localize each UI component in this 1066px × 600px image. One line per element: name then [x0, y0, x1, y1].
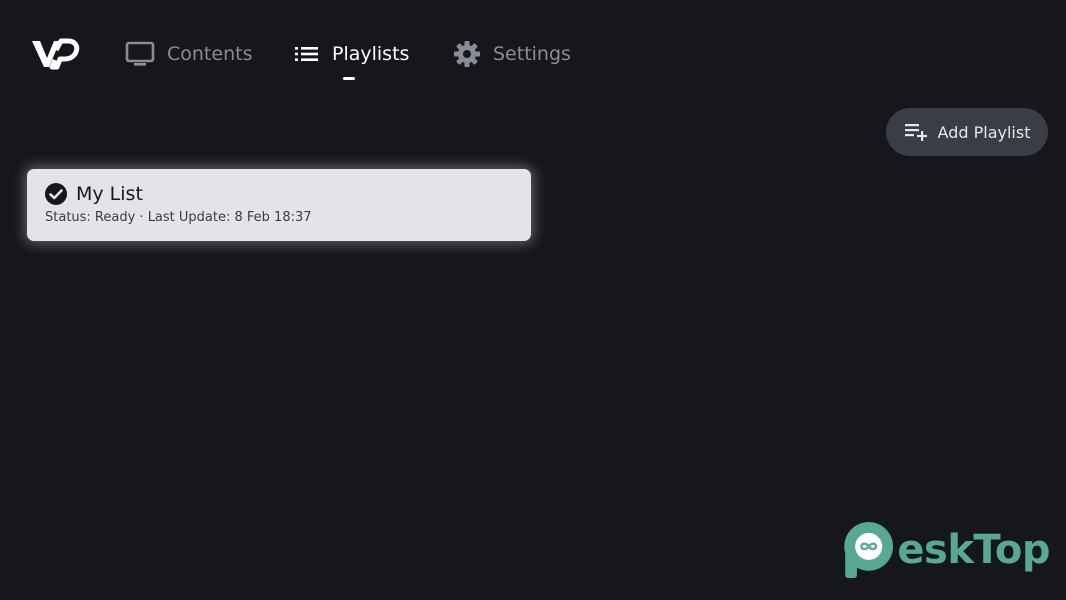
list-icon	[295, 47, 318, 61]
vp-logo-icon	[32, 38, 80, 70]
playlist-card[interactable]: My List Status: Ready · Last Update: 8 F…	[27, 169, 531, 241]
add-playlist-button[interactable]: Add Playlist	[886, 108, 1048, 156]
add-playlist-label: Add Playlist	[937, 122, 1031, 142]
tab-playlists[interactable]: Playlists	[294, 38, 409, 70]
watermark: eskTop	[838, 516, 1050, 584]
tab-settings-label: Settings	[493, 43, 571, 65]
tv-icon	[125, 41, 155, 66]
tab-settings[interactable]: Settings	[453, 38, 571, 70]
tab-contents-label: Contents	[167, 43, 253, 65]
tab-playlists-label: Playlists	[332, 43, 410, 65]
watermark-logo-icon	[844, 522, 894, 578]
playlist-status: Status: Ready · Last Update: 8 Feb 18:37	[45, 210, 312, 225]
check-circle-icon	[45, 183, 67, 205]
playlist-add-icon	[904, 124, 927, 141]
active-tab-indicator	[343, 77, 355, 80]
playlist-name: My List	[76, 183, 143, 205]
app-logo	[30, 36, 80, 72]
gear-icon	[454, 41, 480, 67]
watermark-text: eskTop	[897, 527, 1050, 573]
tab-contents[interactable]: Contents	[125, 38, 252, 70]
